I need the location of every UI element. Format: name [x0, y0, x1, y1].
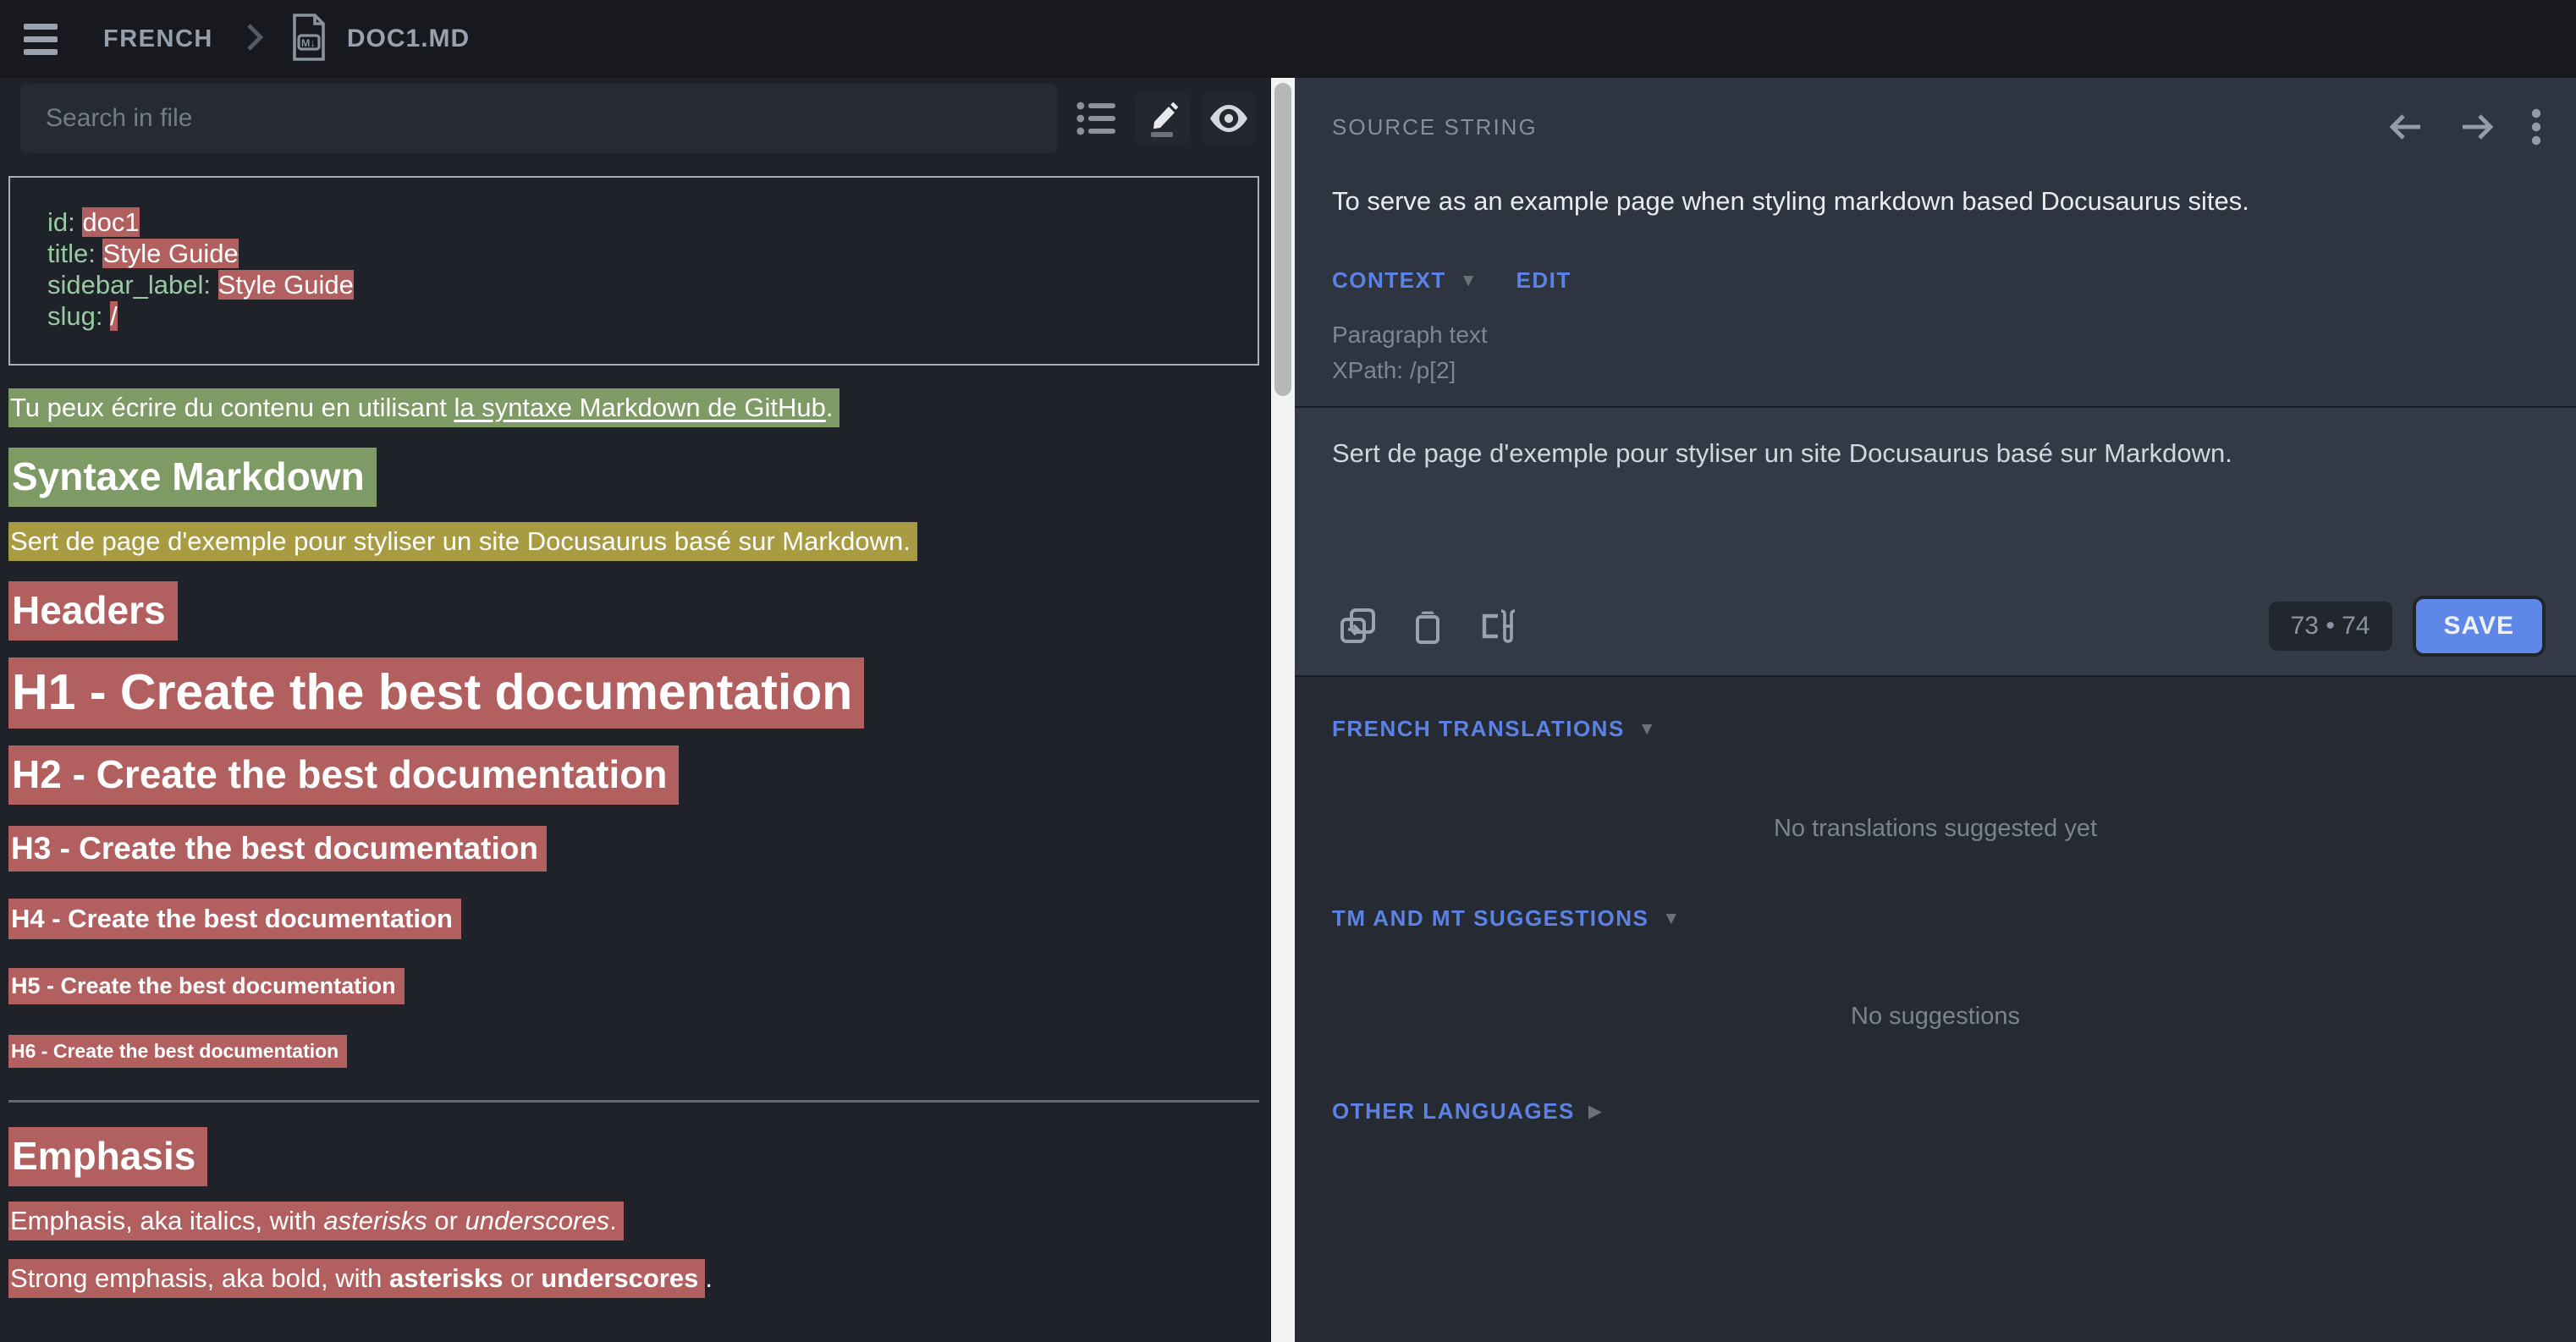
- tm-mt-suggestions-toggle[interactable]: TM AND MT SUGGESTIONS: [1332, 905, 1649, 932]
- doc-string-h1[interactable]: H1 - Create the best documentation: [8, 663, 1261, 721]
- horizontal-rule: [8, 1100, 1259, 1103]
- french-translations-toggle[interactable]: FRENCH TRANSLATIONS: [1332, 716, 1625, 742]
- translations-empty-message: No translations suggested yet: [1332, 815, 2539, 843]
- arrow-left-icon: [2388, 112, 2424, 142]
- highlight-mode-button[interactable]: [1136, 91, 1190, 146]
- translation-panel: SOURCE STRING: [1295, 78, 2576, 1342]
- character-counter: 73 • 74: [2269, 602, 2392, 651]
- markdown-file-icon: M↓: [288, 12, 330, 67]
- french-translations-caret-icon[interactable]: ▼: [1638, 719, 1656, 740]
- tm-mt-caret-icon[interactable]: ▼: [1662, 909, 1680, 929]
- select-text-button[interactable]: [1478, 607, 1520, 646]
- eye-icon: [1208, 100, 1250, 137]
- translation-editor-section: Sert de page d'exemple pour styliser un …: [1295, 408, 2576, 677]
- doc-string-p[interactable]: Tu peux écrire du contenu en utilisant l…: [8, 393, 1261, 423]
- document-scroll-area[interactable]: id: doc1title: Style Guidesidebar_label:…: [0, 157, 1271, 1342]
- source-string-section: SOURCE STRING: [1295, 78, 2576, 408]
- copy-icon: [1339, 607, 1378, 646]
- frontmatter-block[interactable]: id: doc1title: Style Guidesidebar_label:…: [8, 176, 1259, 366]
- list-icon: [1075, 98, 1119, 139]
- highlighter-pencil-icon: [1144, 99, 1181, 138]
- translation-input[interactable]: Sert de page d'exemple pour styliser un …: [1295, 408, 2576, 469]
- suggestions-section: FRENCH TRANSLATIONS ▼ No translations su…: [1295, 677, 2576, 1342]
- doc-string-h2[interactable]: Syntaxe Markdown: [8, 454, 1261, 499]
- doc-string-h6[interactable]: H6 - Create the best documentation: [8, 1040, 1261, 1063]
- trash-icon: [1412, 607, 1444, 646]
- save-button[interactable]: SAVE: [2416, 599, 2542, 653]
- text-cursor-icon: [1478, 607, 1520, 646]
- doc-string-h3[interactable]: H3 - Create the best documentation: [8, 831, 1261, 866]
- delete-translation-button[interactable]: [1412, 607, 1444, 646]
- hamburger-menu-icon[interactable]: [24, 19, 63, 58]
- source-text: To serve as an example page when styling…: [1332, 186, 2542, 217]
- doc-string-h2[interactable]: Emphasis: [8, 1133, 1261, 1179]
- preview-mode-button[interactable]: [1202, 91, 1256, 146]
- svg-text:M↓: M↓: [301, 37, 316, 49]
- doc-string-p[interactable]: Emphasis, aka italics, with asterisks or…: [8, 1206, 1261, 1236]
- doc-string-p[interactable]: Sert de page d'exemple pour styliser un …: [8, 526, 1261, 557]
- doc-string-h5[interactable]: H5 - Create the best documentation: [8, 973, 1261, 999]
- doc-string-h2[interactable]: Headers: [8, 587, 1261, 633]
- string-list-view-button[interactable]: [1070, 91, 1124, 146]
- search-input[interactable]: [20, 84, 1058, 153]
- editor-toolbar: 73 • 74 SAVE: [1295, 599, 2576, 675]
- doc-string-p[interactable]: Strong emphasis, aka bold, with asterisk…: [8, 1263, 1261, 1294]
- context-type: Paragraph text: [1332, 317, 2542, 353]
- tm-empty-message: No suggestions: [1332, 1003, 2539, 1031]
- other-languages-caret-icon[interactable]: ▶: [1588, 1101, 1602, 1122]
- source-string-title: SOURCE STRING: [1332, 114, 1538, 140]
- breadcrumb-chevron-icon: [244, 20, 266, 58]
- string-menu-button[interactable]: [2530, 108, 2542, 146]
- doc-string-h2[interactable]: H2 - Create the best documentation: [8, 751, 1261, 797]
- scrollbar-thumb[interactable]: [1274, 83, 1291, 396]
- left-toolbar: [0, 78, 1271, 157]
- left-panel-scrollbar[interactable]: [1271, 78, 1295, 1342]
- document-content: id: doc1title: Style Guidesidebar_label:…: [8, 157, 1261, 1294]
- copy-source-button[interactable]: [1339, 607, 1378, 646]
- other-languages-toggle[interactable]: OTHER LANGUAGES: [1332, 1098, 1575, 1125]
- file-preview-panel: id: doc1title: Style Guidesidebar_label:…: [0, 78, 1271, 1342]
- top-bar: FRENCH M↓ DOC1.MD: [0, 0, 2576, 78]
- context-xpath: XPath: /p[2]: [1332, 353, 2542, 388]
- context-caret-icon[interactable]: ▼: [1460, 271, 1478, 291]
- arrow-right-icon: [2459, 112, 2495, 142]
- previous-string-button[interactable]: [2388, 112, 2424, 142]
- breadcrumb-project[interactable]: FRENCH: [103, 25, 213, 53]
- breadcrumb-file[interactable]: DOC1.MD: [347, 25, 470, 53]
- context-edit-button[interactable]: EDIT: [1516, 267, 1571, 294]
- kebab-menu-icon: [2530, 108, 2542, 146]
- context-toggle[interactable]: CONTEXT: [1332, 267, 1446, 294]
- doc-string-h4[interactable]: H4 - Create the best documentation: [8, 904, 1261, 934]
- next-string-button[interactable]: [2459, 112, 2495, 142]
